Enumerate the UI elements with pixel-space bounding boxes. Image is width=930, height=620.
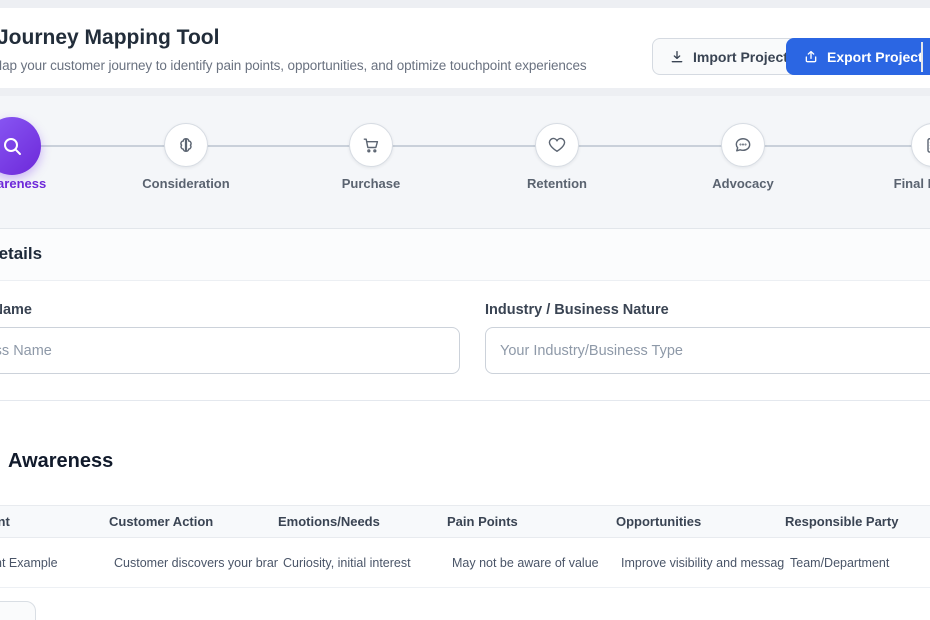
header-divider xyxy=(921,42,923,72)
industry-label: Industry / Business Nature xyxy=(485,302,669,318)
journey-mapping-app: Journey Mapping Tool Map your customer j… xyxy=(0,0,930,620)
cell-pain-points[interactable]: May not be aware of value xyxy=(447,538,616,588)
business-name-input[interactable] xyxy=(0,327,460,374)
export-project-label: Export Project xyxy=(827,49,923,65)
col-header-emotions-needs: Emotions/Needs xyxy=(278,506,447,537)
col-header-opportunities: Opportunities xyxy=(616,506,785,537)
step-label-awareness[interactable]: Awareness xyxy=(0,176,92,191)
chat-icon xyxy=(733,135,753,155)
stepper-connector-line xyxy=(0,145,930,147)
step-consideration[interactable] xyxy=(164,123,208,167)
cell-opportunities[interactable]: Improve visibility and messaging xyxy=(616,538,785,588)
heart-icon xyxy=(547,135,567,155)
cart-icon xyxy=(361,135,381,155)
download-icon xyxy=(669,49,685,65)
export-project-button[interactable]: Export Project xyxy=(786,38,930,75)
col-header-responsible-party: Responsible Party xyxy=(785,506,930,537)
cell-touchpoint[interactable]: Touchpoint Example xyxy=(0,538,109,588)
upload-icon xyxy=(803,49,819,65)
awareness-stage-section: Awareness Touchpoint Customer Action Emo… xyxy=(0,401,930,620)
brain-icon xyxy=(176,135,196,155)
business-details-header: Business Details xyxy=(0,229,930,281)
step-awareness[interactable] xyxy=(0,117,41,175)
step-final-review[interactable] xyxy=(911,123,930,167)
clipboard-icon xyxy=(923,135,930,155)
stage-heading: Awareness xyxy=(8,450,113,473)
step-advocacy[interactable] xyxy=(721,123,765,167)
col-header-pain-points: Pain Points xyxy=(447,506,616,537)
import-project-button[interactable]: Import Project xyxy=(652,38,805,75)
cell-emotions-needs[interactable]: Curiosity, initial interest xyxy=(278,538,447,588)
step-retention[interactable] xyxy=(535,123,579,167)
import-project-label: Import Project xyxy=(693,49,788,65)
page-title: Journey Mapping Tool xyxy=(0,26,219,50)
step-purchase[interactable] xyxy=(349,123,393,167)
touchpoint-table-header: Touchpoint Customer Action Emotions/Need… xyxy=(0,505,930,538)
step-label-final-review[interactable]: Final Review xyxy=(853,176,930,191)
journey-stage-stepper: Awareness Consideration Purchase xyxy=(0,96,930,229)
cell-responsible-party[interactable]: Team/Department xyxy=(785,538,930,588)
col-header-customer-action: Customer Action xyxy=(109,506,278,537)
business-details-card: Business Details Business Name Industry … xyxy=(0,229,930,401)
page-subtitle: Map your customer journey to identify pa… xyxy=(0,58,587,73)
business-name-label: Business Name xyxy=(0,302,32,318)
industry-input[interactable] xyxy=(485,327,930,374)
add-row-button[interactable] xyxy=(0,601,36,620)
table-row: Touchpoint Example Customer discovers yo… xyxy=(0,538,930,588)
step-label-retention[interactable]: Retention xyxy=(477,176,637,191)
step-label-purchase[interactable]: Purchase xyxy=(291,176,451,191)
step-label-consideration[interactable]: Consideration xyxy=(106,176,266,191)
col-header-touchpoint: Touchpoint xyxy=(0,506,109,537)
step-label-advocacy[interactable]: Advocacy xyxy=(663,176,823,191)
search-icon xyxy=(0,134,24,158)
header: Journey Mapping Tool Map your customer j… xyxy=(0,8,930,88)
cell-customer-action[interactable]: Customer discovers your brand xyxy=(109,538,278,588)
business-details-heading: Business Details xyxy=(0,244,42,264)
